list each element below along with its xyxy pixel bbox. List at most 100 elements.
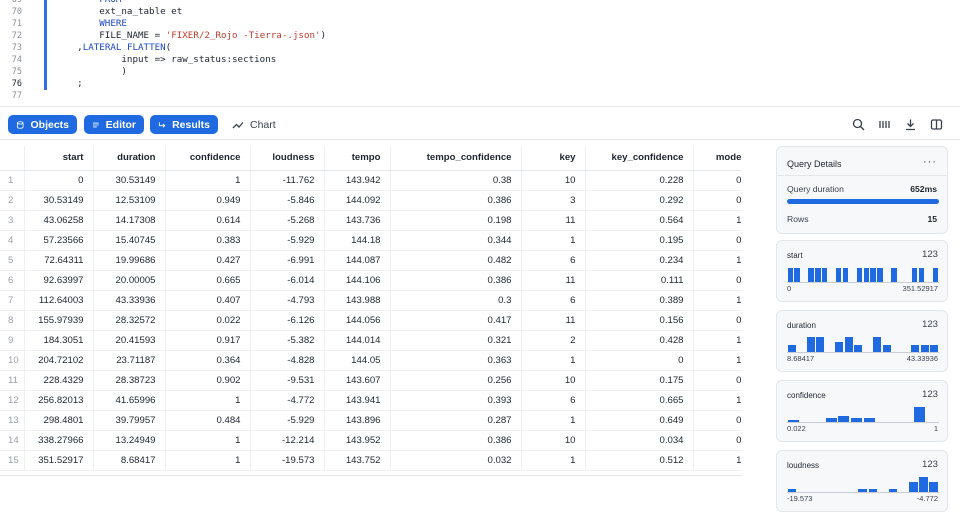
cell-mode: 1 bbox=[693, 450, 742, 471]
cell-loudness: -11.762 bbox=[250, 170, 325, 191]
code-line[interactable]: 73 ,LATERAL FLATTEN( bbox=[0, 42, 960, 54]
column-header-key-confidence[interactable]: key_confidence bbox=[585, 146, 694, 171]
column-stats-card-loudness[interactable]: loudness 123 -19.573 -4.772 bbox=[776, 450, 948, 512]
histogram-bar bbox=[806, 336, 815, 352]
histogram-bar bbox=[835, 267, 842, 282]
sql-editor[interactable]: 69 FROM70 ext_na_table et71 WHERE72 FILE… bbox=[0, 0, 960, 106]
cell-loudness: -9.531 bbox=[250, 370, 325, 391]
editor-button[interactable]: Editor bbox=[84, 115, 144, 134]
cell-key-confidence: 0.389 bbox=[585, 290, 694, 311]
cell-start: 57.23566 bbox=[24, 230, 94, 251]
table-row[interactable]: 14 338.27966 13.24949 1 -12.214 143.952 0.386 1… bbox=[0, 430, 742, 451]
column-header-tempo[interactable]: tempo bbox=[324, 146, 391, 171]
stat-max-value: 43.33936 bbox=[906, 354, 938, 363]
cell-tempo-confidence: 0.386 bbox=[390, 430, 522, 451]
table-row[interactable]: 6 92.63997 20.00005 0.665 -6.014 144.106 0.386… bbox=[0, 270, 742, 291]
cell-confidence: 0.407 bbox=[165, 290, 251, 311]
code-line[interactable]: 70 ext_na_table et bbox=[0, 6, 960, 18]
column-header-loudness[interactable]: loudness bbox=[250, 146, 325, 171]
cell-key-confidence: 0.292 bbox=[585, 190, 694, 211]
column-header-key[interactable]: key bbox=[521, 146, 586, 171]
cell-duration: 14.17308 bbox=[93, 210, 166, 231]
column-stats-card-confidence[interactable]: confidence 123 0.022 1 bbox=[776, 380, 948, 442]
cell-start: 338.27966 bbox=[24, 430, 94, 451]
cell-mode: 0 bbox=[693, 190, 742, 211]
cell-mode: 1 bbox=[693, 390, 742, 411]
cell-tempo: 144.014 bbox=[324, 330, 391, 351]
code-text: ; bbox=[77, 78, 83, 89]
code-line[interactable]: 71 WHERE bbox=[0, 18, 960, 30]
table-row[interactable]: 12 256.82013 41.65996 1 -4.772 143.941 0.393 6 0… bbox=[0, 390, 742, 411]
table-row[interactable]: 10 204.72102 23.71187 0.364 -4.828 144.05 0.36… bbox=[0, 350, 742, 371]
table-row[interactable]: 13 298.4801 39.79957 0.484 -5.929 143.896 0.28… bbox=[0, 410, 742, 431]
cell-key-confidence: 0 bbox=[585, 350, 694, 371]
table-row[interactable]: 8 155.97939 28.32572 0.022 -6.126 144.056 0.41… bbox=[0, 310, 742, 331]
chart-tab[interactable]: Chart bbox=[232, 116, 276, 134]
column-stats-card-start[interactable]: start 123 0 351.52917 bbox=[776, 240, 948, 302]
stat-max-value: 1 bbox=[933, 424, 938, 433]
cell-confidence: 0.484 bbox=[165, 410, 251, 431]
cell-key: 1 bbox=[521, 410, 586, 431]
cell-duration: 12.53109 bbox=[93, 190, 166, 211]
cell-tempo-confidence: 0.287 bbox=[390, 410, 522, 431]
table-row[interactable]: 2 30.53149 12.53109 0.949 -5.846 144.092 0.386… bbox=[0, 190, 742, 211]
column-header-start[interactable]: start bbox=[24, 146, 94, 171]
cell-key-confidence: 0.649 bbox=[585, 410, 694, 431]
histogram-bar bbox=[838, 415, 850, 422]
cell-key-confidence: 0.156 bbox=[585, 310, 694, 331]
download-icon[interactable] bbox=[903, 117, 917, 131]
code-line[interactable]: 76 ; bbox=[0, 78, 960, 90]
results-table[interactable]: start duration confidence loudness tempo temp… bbox=[0, 146, 742, 476]
stat-column-name: loudness bbox=[787, 461, 820, 470]
table-row[interactable]: 11 228.4329 28.38723 0.902 -9.531 143.607 0.25… bbox=[0, 370, 742, 391]
histogram-bar bbox=[835, 342, 843, 352]
table-row[interactable]: 15 351.52917 8.68417 1 -19.573 143.752 0.032 1 0… bbox=[0, 450, 742, 471]
code-line[interactable]: 77 bbox=[0, 90, 960, 102]
cell-key: 11 bbox=[521, 270, 586, 291]
cell-tempo: 144.05 bbox=[324, 350, 391, 371]
cell-confidence: 1 bbox=[165, 170, 251, 191]
cell-start: 72.64311 bbox=[24, 250, 94, 271]
query-details-title: Query Details bbox=[787, 159, 842, 169]
table-row[interactable]: 1 0 30.53149 1 -11.762 143.942 0.38 10 0.228 0 bbox=[0, 170, 742, 191]
more-menu-icon[interactable]: ··· bbox=[923, 156, 937, 168]
table-row[interactable]: 7 112.64003 43.33936 0.407 -4.793 143.988 0.3 6… bbox=[0, 290, 742, 311]
search-icon[interactable] bbox=[851, 117, 865, 131]
cell-tempo-confidence: 0.344 bbox=[390, 230, 522, 251]
histogram-bar bbox=[842, 267, 849, 282]
column-stats-card-duration[interactable]: duration 123 8.68417 43.33936 bbox=[776, 310, 948, 372]
histogram-bar bbox=[825, 418, 837, 422]
column-header-duration[interactable]: duration bbox=[93, 146, 166, 171]
cell-loudness: -12.214 bbox=[250, 430, 325, 451]
columns-icon[interactable] bbox=[877, 117, 891, 131]
cell-key: 10 bbox=[521, 170, 586, 191]
column-header-confidence[interactable]: confidence bbox=[165, 146, 251, 171]
code-line[interactable]: 75 ) bbox=[0, 66, 960, 78]
cell-key: 1 bbox=[521, 450, 586, 471]
stat-type-badge: 123 bbox=[921, 459, 938, 470]
cell-tempo-confidence: 0.321 bbox=[390, 330, 522, 351]
cell-duration: 30.53149 bbox=[93, 170, 166, 191]
column-header-tempo-confidence[interactable]: tempo_confidence bbox=[390, 146, 522, 171]
trend-line-icon bbox=[232, 122, 244, 129]
code-line[interactable]: 74 input => raw_status:sections bbox=[0, 54, 960, 66]
table-row[interactable]: 9 184.3051 20.41593 0.917 -5.382 144.014 0.321… bbox=[0, 330, 742, 351]
cell-tempo: 143.607 bbox=[324, 370, 391, 391]
objects-button[interactable]: Objects bbox=[8, 115, 77, 134]
split-view-icon[interactable] bbox=[929, 117, 943, 131]
table-row[interactable]: 4 57.23566 15.40745 0.383 -5.929 144.18 0.344 1… bbox=[0, 230, 742, 251]
cell-loudness: -6.991 bbox=[250, 250, 325, 271]
table-row[interactable]: 5 72.64311 19.99686 0.427 -6.991 144.087 0.482… bbox=[0, 250, 742, 271]
histogram-bar bbox=[932, 267, 938, 282]
cell-loudness: -5.929 bbox=[250, 410, 325, 431]
cell-key: 6 bbox=[521, 390, 586, 411]
cell-mode: 1 bbox=[693, 350, 742, 371]
cell-duration: 39.79957 bbox=[93, 410, 166, 431]
stat-type-badge: 123 bbox=[921, 319, 938, 330]
cell-duration: 28.32572 bbox=[93, 310, 166, 331]
row-index: 11 bbox=[0, 370, 25, 391]
column-header-mode[interactable]: mode bbox=[693, 146, 742, 171]
code-line[interactable]: 72 FILE_NAME = 'FIXER/2_Rojo -Tierra-.js… bbox=[0, 30, 960, 42]
results-button[interactable]: Results bbox=[150, 115, 218, 134]
table-row[interactable]: 3 43.06258 14.17308 0.614 -5.268 143.736 0.198… bbox=[0, 210, 742, 231]
